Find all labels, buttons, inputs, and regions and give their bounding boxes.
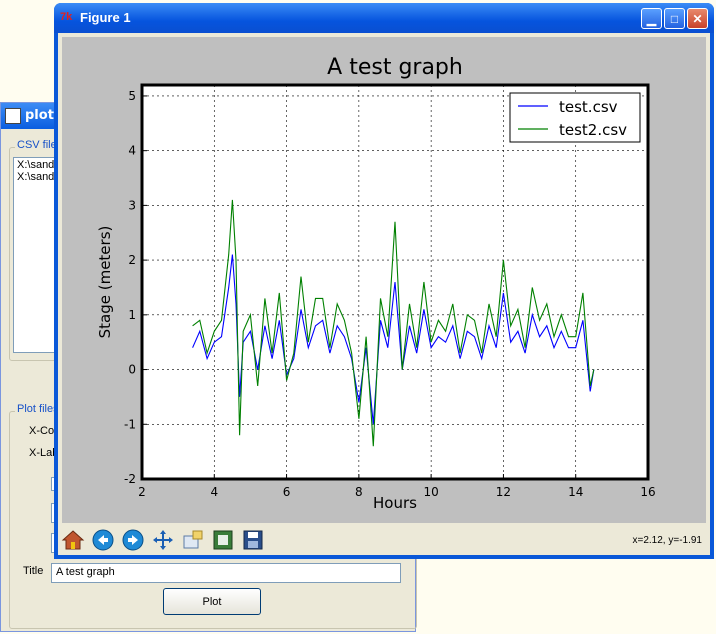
y-tick-label: 0 bbox=[128, 363, 136, 377]
forward-button[interactable] bbox=[120, 527, 146, 553]
legend-label-test2: test2.csv bbox=[559, 121, 627, 139]
zoom-icon bbox=[183, 530, 203, 549]
plot-canvas[interactable]: 2 4 6 8 10 12 14 16 -2 -1 0 1 2 3 4 5 A test graph Hour… bbox=[62, 37, 706, 523]
x-tick-label: 2 bbox=[138, 485, 146, 499]
maximize-button[interactable]: □ bbox=[664, 8, 685, 29]
figure-client-area: 2 4 6 8 10 12 14 16 -2 -1 0 1 2 3 4 5 A test graph Hour… bbox=[58, 33, 710, 555]
x-tick-label: 10 bbox=[424, 485, 439, 499]
x-tick-label: 12 bbox=[496, 485, 511, 499]
x-tick-label: 8 bbox=[355, 485, 363, 499]
title-label: Title bbox=[23, 565, 44, 577]
coordinates-readout: x=2.12, y=-1.91 bbox=[632, 535, 703, 546]
close-icon: ✕ bbox=[692, 11, 703, 26]
y-tick-label: 4 bbox=[128, 144, 136, 158]
zoom-button[interactable] bbox=[180, 527, 206, 553]
minimize-button[interactable]: ▁ bbox=[641, 8, 662, 29]
x-axis-label: Hours bbox=[373, 494, 417, 512]
subplots-icon bbox=[213, 530, 233, 550]
pan-button[interactable] bbox=[150, 527, 176, 553]
back-arrow-icon bbox=[92, 529, 114, 551]
forward-arrow-icon bbox=[122, 529, 144, 551]
tk-feather-icon: 7k bbox=[60, 11, 73, 23]
y-tick-label: 2 bbox=[128, 253, 136, 267]
line-chart[interactable]: 2 4 6 8 10 12 14 16-2-1012345 A test graph Hour… bbox=[62, 37, 706, 523]
y-tick-label: 1 bbox=[128, 308, 136, 322]
y-tick-label: 3 bbox=[128, 198, 136, 212]
y-axis-label: Stage (meters) bbox=[96, 226, 114, 339]
title-input[interactable]: A test graph bbox=[51, 563, 401, 583]
figure-window: 7k Figure 1 ▁ □ ✕ 2 4 6 8 10 12 14 16 -2 -1 0 1 2 3 4 5… bbox=[54, 3, 714, 559]
pan-icon bbox=[153, 530, 173, 550]
chart-app-icon bbox=[5, 108, 21, 124]
x-tick-label: 4 bbox=[210, 485, 218, 499]
legend: test.csv test2.csv bbox=[509, 92, 641, 143]
x-col-label: X-Col bbox=[29, 425, 57, 437]
save-icon bbox=[243, 530, 263, 550]
back-button[interactable] bbox=[90, 527, 116, 553]
x-tick-label: 16 bbox=[640, 485, 655, 499]
home-icon bbox=[61, 530, 85, 550]
figure-titlebar[interactable]: 7k Figure 1 ▁ □ ✕ bbox=[54, 3, 714, 33]
y-tick-label: -1 bbox=[124, 417, 136, 431]
chart-title: A test graph bbox=[327, 55, 463, 80]
navigation-toolbar: x=2.12, y=-1.91 bbox=[58, 525, 710, 555]
maximize-icon: □ bbox=[670, 11, 679, 26]
legend-label-test: test.csv bbox=[559, 98, 618, 116]
close-button[interactable]: ✕ bbox=[687, 8, 708, 29]
home-button[interactable] bbox=[60, 527, 86, 553]
y-tick-label: -2 bbox=[124, 472, 136, 486]
x-tick-label: 14 bbox=[568, 485, 583, 499]
y-tick-label: 5 bbox=[128, 89, 136, 103]
figure-title: Figure 1 bbox=[80, 10, 131, 25]
save-button[interactable] bbox=[240, 527, 266, 553]
subplots-button[interactable] bbox=[210, 527, 236, 553]
plot-button[interactable]: Plot bbox=[163, 588, 261, 615]
x-tick-label: 6 bbox=[283, 485, 291, 499]
minimize-icon: ▁ bbox=[646, 11, 657, 26]
